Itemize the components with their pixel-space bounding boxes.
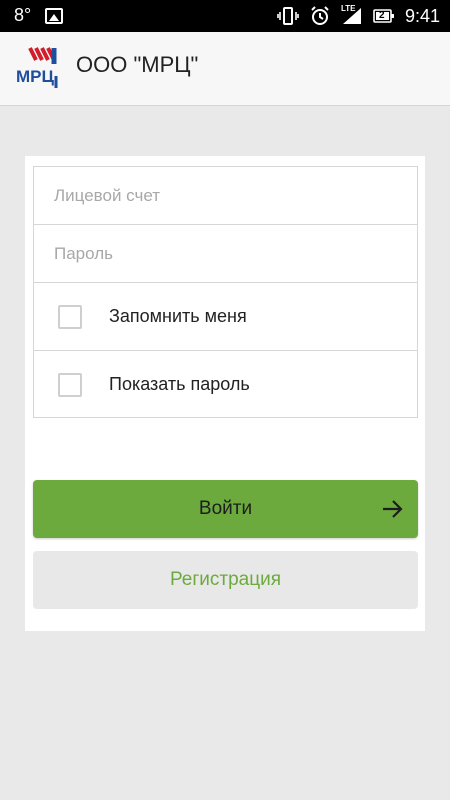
login-form: Запомнить меня Показать пароль — [33, 166, 418, 418]
app-bar: МРЦ ООО "МРЦ" — [0, 32, 450, 106]
login-card: Запомнить меня Показать пароль Войти Рег… — [25, 156, 425, 631]
login-button[interactable]: Войти — [33, 480, 418, 538]
logo-text: МРЦ — [16, 67, 55, 86]
app-title: ООО "МРЦ" — [76, 52, 199, 77]
register-button-label: Регистрация — [169, 569, 282, 590]
clock: 9:41 — [404, 5, 440, 26]
app-logo: МРЦ — [16, 46, 62, 92]
sim-badge: 2 — [378, 10, 385, 21]
temperature-text: 8° — [14, 5, 32, 25]
account-field-row — [34, 167, 417, 225]
arrow-right-icon — [380, 497, 404, 526]
show-password-row[interactable]: Показать пароль — [34, 351, 417, 418]
register-button[interactable]: Регистрация — [33, 551, 418, 609]
status-bar: 8° LTE 2 9:41 — [0, 0, 450, 32]
remember-me-checkbox[interactable] — [58, 304, 82, 329]
signal-icon: LTE — [340, 4, 363, 26]
show-password-checkbox[interactable] — [58, 372, 82, 397]
remember-me-label: Запомнить меня — [109, 306, 247, 326]
show-password-label: Показать пароль — [109, 374, 250, 394]
password-field-row — [34, 225, 417, 283]
alarm-icon — [309, 5, 331, 27]
remember-me-row[interactable]: Запомнить меня — [34, 283, 417, 351]
password-input[interactable] — [34, 225, 417, 282]
image-icon — [45, 7, 64, 24]
login-button-label: Войти — [198, 498, 253, 519]
account-input[interactable] — [34, 167, 417, 224]
vibrate-icon — [277, 6, 299, 26]
battery-icon: 2 — [373, 6, 395, 26]
lte-badge: LTE — [340, 4, 356, 13]
